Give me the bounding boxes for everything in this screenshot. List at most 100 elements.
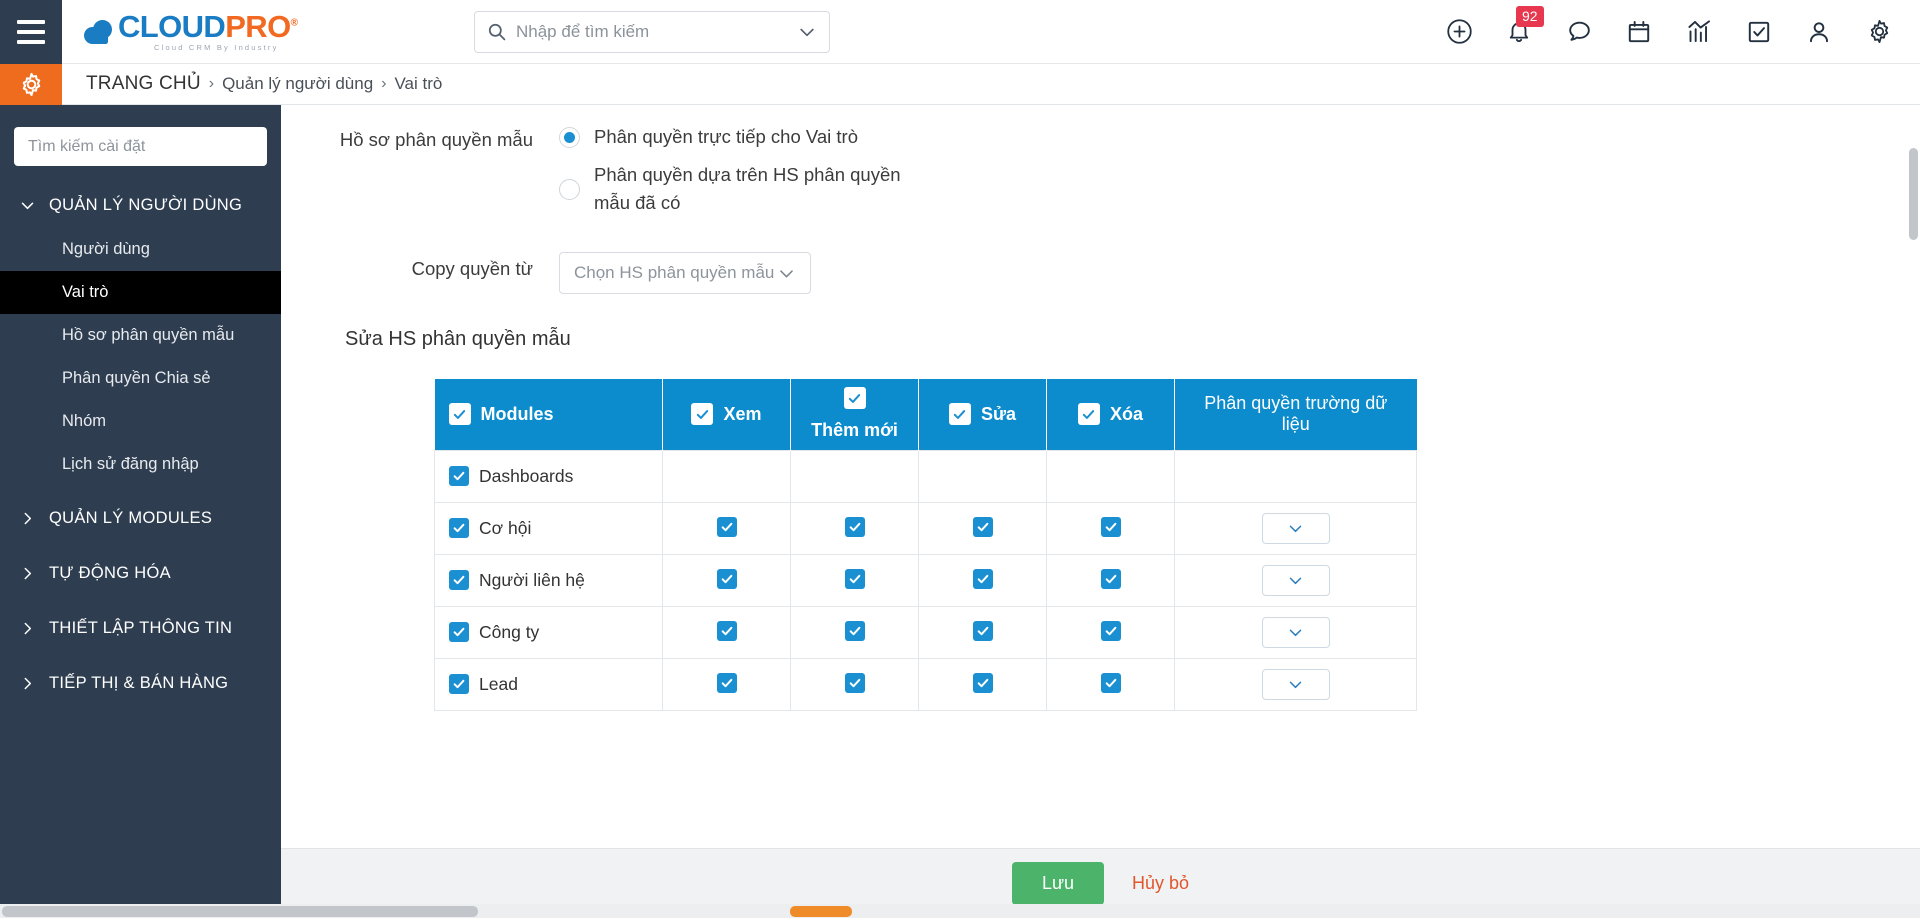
copy-permission-select[interactable]: Chọn HS phân quyền mẫu [559, 252, 811, 295]
sidebar-item-nhom[interactable]: Nhóm [0, 400, 281, 443]
radio-option-template-based[interactable]: Phân quyền dựa trên HS phân quyền mẫu đã… [559, 161, 904, 218]
hamburger-menu-icon[interactable] [0, 0, 62, 64]
sidebar-group-label: QUẢN LÝ NGƯỜI DÙNG [49, 195, 243, 214]
app-logo[interactable]: CLOUDPRO® Cloud CRM By Industry [62, 11, 412, 52]
sidebar-group-modules[interactable]: QUẢN LÝ MODULES [0, 495, 281, 541]
column-header-label: Phân quyền trường dữ liệu [1204, 393, 1388, 435]
vertical-scrollbar-thumb[interactable] [1909, 148, 1918, 240]
gear-icon[interactable] [1864, 17, 1894, 47]
module-checkbox[interactable] [449, 674, 469, 695]
header-icon-group: 92 [1444, 5, 1920, 47]
sidebar-group-automation[interactable]: TỰ ĐỘNG HÓA [0, 550, 281, 596]
table-row: Cơ hội [434, 501, 1417, 555]
sidebar-group-user-management[interactable]: QUẢN LÝ NGƯỜI DÙNG [0, 182, 281, 228]
module-checkbox[interactable] [449, 466, 469, 487]
create-checkbox[interactable] [844, 673, 865, 694]
breadcrumb-item-user-management[interactable]: Quản lý người dùng [222, 74, 373, 94]
sidebar-search-box[interactable] [14, 127, 267, 166]
module-cell: Công ty [434, 605, 663, 659]
copy-permission-row: Copy quyền từ Chọn HS phân quyền mẫu [281, 218, 1920, 295]
global-search-box[interactable] [474, 10, 830, 53]
cancel-button[interactable]: Hủy bỏ [1132, 873, 1189, 894]
create-checkbox[interactable] [844, 517, 865, 538]
settings-gear-icon[interactable] [0, 63, 62, 105]
column-header-label: Xóa [1109, 403, 1143, 424]
column-header-label: Thêm mới [811, 420, 898, 441]
breadcrumb-home[interactable]: TRANG CHỦ [86, 73, 201, 95]
table-row: Người liên hệ [434, 553, 1417, 607]
delete-checkbox[interactable] [1100, 517, 1121, 538]
edit-checkbox[interactable] [972, 517, 993, 538]
module-checkbox[interactable] [449, 518, 469, 539]
profile-template-label: Hồ sơ phân quyền mẫu [339, 129, 533, 150]
breadcrumb-separator-icon: › [208, 75, 215, 92]
check-icon [977, 574, 988, 584]
create-checkbox[interactable] [844, 569, 865, 590]
sidebar-item-phan-quyen-chia-se[interactable]: Phân quyền Chia sẻ [0, 357, 281, 400]
page-progress-indicator[interactable] [790, 906, 852, 917]
analytics-icon[interactable] [1684, 17, 1714, 47]
sidebar-item-lich-su-dang-nhap[interactable]: Lịch sử đăng nhập [0, 443, 281, 486]
select-all-modules-checkbox[interactable] [448, 403, 471, 426]
check-icon [1105, 626, 1116, 636]
sidebar-item-vai-tro[interactable]: Vai trò [0, 271, 281, 314]
delete-checkbox[interactable] [1100, 569, 1121, 590]
global-search-input[interactable] [506, 21, 797, 42]
sidebar-group-info-setup[interactable]: THIẾT LẬP THÔNG TIN [0, 605, 281, 651]
bell-icon[interactable]: 92 [1504, 5, 1544, 47]
create-checkbox[interactable] [844, 621, 865, 642]
view-checkbox[interactable] [716, 621, 737, 642]
field-permission-cell [1174, 553, 1417, 607]
module-cell: Người liên hệ [434, 553, 663, 607]
select-all-delete-checkbox[interactable] [1077, 403, 1100, 426]
module-checkbox[interactable] [449, 570, 469, 591]
check-icon [453, 523, 465, 533]
select-all-create-checkbox[interactable] [843, 387, 866, 410]
save-button[interactable]: Lưu [1011, 862, 1105, 905]
add-circle-icon[interactable] [1444, 17, 1474, 47]
task-check-icon[interactable] [1744, 17, 1774, 47]
delete-checkbox[interactable] [1100, 621, 1121, 642]
edit-checkbox[interactable] [972, 673, 993, 694]
chat-icon[interactable] [1564, 17, 1594, 47]
create-cell [790, 657, 919, 711]
field-permission-expand-button[interactable] [1261, 564, 1330, 596]
create-cell [790, 553, 919, 607]
radio-direct-input[interactable] [559, 126, 580, 148]
check-icon [721, 626, 732, 636]
delete-checkbox[interactable] [1100, 673, 1121, 694]
chevron-down-icon[interactable] [797, 22, 817, 42]
module-cell: Dashboards [434, 449, 663, 503]
horizontal-scrollbar-thumb[interactable] [2, 906, 478, 917]
select-all-view-checkbox[interactable] [691, 403, 714, 426]
sidebar-item-ho-so-phan-quyen-mau[interactable]: Hồ sơ phân quyền mẫu [0, 314, 281, 357]
view-checkbox[interactable] [716, 673, 737, 694]
edit-checkbox[interactable] [972, 621, 993, 642]
sidebar-item-nguoi-dung[interactable]: Người dùng [0, 228, 281, 271]
field-permission-expand-button[interactable] [1261, 616, 1330, 648]
calendar-icon[interactable] [1624, 17, 1654, 47]
module-checkbox[interactable] [449, 622, 469, 643]
sidebar-item-label: Người dùng [62, 240, 150, 258]
radio-option-direct[interactable]: Phân quyền trực tiếp cho Vai trò [559, 123, 904, 152]
view-checkbox[interactable] [716, 569, 737, 590]
sidebar-group-marketing-sales[interactable]: TIẾP THỊ & BÁN HÀNG [0, 660, 281, 706]
edit-checkbox[interactable] [972, 569, 993, 590]
edit-cell [918, 449, 1047, 503]
permissions-table: Modules Xem Thêm mới Sửa Xóa Phân quyền … [434, 379, 1417, 711]
horizontal-scrollbar-track[interactable] [0, 904, 1920, 918]
view-checkbox[interactable] [716, 517, 737, 538]
check-icon [849, 678, 860, 688]
sidebar-search-input[interactable] [28, 137, 253, 156]
field-permission-expand-button[interactable] [1261, 668, 1330, 700]
user-icon[interactable] [1804, 17, 1834, 47]
view-cell [662, 657, 791, 711]
radio-template-input[interactable] [559, 178, 580, 200]
select-all-edit-checkbox[interactable] [948, 403, 971, 426]
view-cell [662, 449, 791, 503]
chevron-down-icon [780, 269, 793, 277]
check-icon [954, 409, 966, 419]
check-icon [977, 626, 988, 636]
field-permission-expand-button[interactable] [1261, 512, 1330, 544]
settings-sidebar: QUẢN LÝ NGƯỜI DÙNG Người dùng Vai trò Hồ… [0, 105, 281, 918]
